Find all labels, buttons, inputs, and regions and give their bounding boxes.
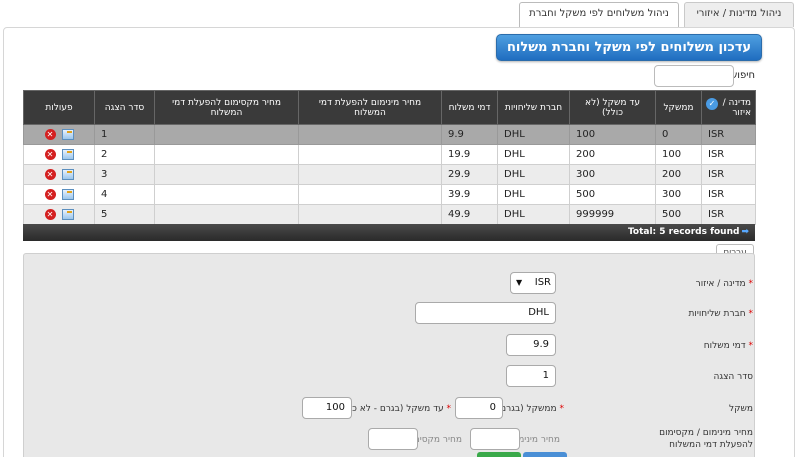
cell-min	[298, 164, 442, 185]
cell-company: DHL	[497, 124, 570, 145]
arrow-icon[interactable]: ➡	[741, 227, 749, 237]
save-button[interactable]	[477, 452, 521, 457]
col-fee[interactable]: דמי משלוח	[441, 90, 498, 125]
cell-order: 3	[94, 164, 155, 185]
row-actions: ✕	[23, 184, 95, 205]
cell-fee: 29.9	[441, 164, 498, 185]
min-price-input[interactable]	[470, 428, 520, 450]
table-row[interactable]: ISR 500 999999 DHL 49.9 5 ✕	[23, 204, 756, 225]
cell-fee: 19.9	[441, 144, 498, 165]
cell-company: DHL	[497, 144, 570, 165]
cell-order: 1	[94, 124, 155, 145]
col-country[interactable]: ✓ מדינה / איזור	[701, 90, 756, 125]
delete-icon[interactable]: ✕	[44, 208, 56, 220]
cell-fee: 39.9	[441, 184, 498, 205]
table-footer: Total: 5 records found ➡	[23, 224, 755, 241]
cell-country: ISR	[701, 124, 756, 145]
company-label: * חברת שליחויות	[688, 309, 753, 319]
delete-icon[interactable]: ✕	[44, 128, 56, 140]
cell-to: 100	[569, 124, 656, 145]
row-actions: ✕	[23, 124, 95, 145]
check-icon[interactable]: ✓	[706, 97, 718, 110]
edit-icon[interactable]	[61, 208, 74, 220]
chevron-down-icon: ▼	[516, 278, 523, 287]
country-select[interactable]: ISR ▼	[510, 272, 556, 294]
cell-order: 4	[94, 184, 155, 205]
edit-icon[interactable]	[61, 128, 74, 140]
cell-country: ISR	[701, 144, 756, 165]
cell-min	[298, 124, 442, 145]
tab-countries[interactable]: ניהול מדינות / איזורי משלוח	[684, 2, 794, 41]
row-actions: ✕	[23, 204, 95, 225]
col-from-weight[interactable]: ממשקל	[655, 90, 702, 125]
col-company[interactable]: חברת שליחויות	[497, 90, 570, 125]
cell-company: DHL	[497, 204, 570, 225]
table-row[interactable]: ISR 0 100 DHL 9.9 1 ✕	[23, 124, 756, 145]
cell-from: 200	[655, 164, 702, 185]
fee-label: * דמי משלוח	[703, 341, 753, 351]
cell-fee: 9.9	[441, 124, 498, 145]
cell-max	[154, 204, 299, 225]
cancel-button[interactable]	[523, 452, 567, 457]
to-weight-input[interactable]: 100	[302, 397, 352, 419]
country-label: * מדינה / איזור	[695, 279, 753, 289]
cell-country: ISR	[701, 164, 756, 185]
cell-order: 5	[94, 204, 155, 225]
cell-to: 999999	[569, 204, 656, 225]
delete-icon[interactable]: ✕	[44, 148, 56, 160]
cell-from: 300	[655, 184, 702, 205]
cell-country: ISR	[701, 204, 756, 225]
col-actions: פעולות	[23, 90, 95, 125]
cell-max	[154, 144, 299, 165]
edit-icon[interactable]	[61, 148, 74, 160]
col-to-weight[interactable]: עד משקל (לא כולל)	[569, 90, 656, 125]
max-price-input[interactable]	[368, 428, 418, 450]
from-weight-input[interactable]: 0	[455, 397, 503, 419]
tab-shipping-by-weight[interactable]: ניהול משלוחים לפי משקל וחברת משלוח	[519, 2, 679, 41]
cell-to: 300	[569, 164, 656, 185]
cell-min	[298, 184, 442, 205]
from-weight-label: * ממשקל (בגרם)	[496, 404, 564, 414]
cell-company: DHL	[497, 184, 570, 205]
cell-order: 2	[94, 144, 155, 165]
cell-max	[154, 124, 299, 145]
minmax-label: מחיר מינימום / מקסימום להפעלת דמי המשלוח	[659, 428, 753, 450]
edit-icon[interactable]	[61, 188, 74, 200]
page-title: עדכון משלוחים לפי משקל וחברת משלוח	[496, 34, 762, 61]
cell-from: 500	[655, 204, 702, 225]
row-actions: ✕	[23, 144, 95, 165]
fee-input[interactable]: 9.9	[506, 334, 556, 356]
cell-min	[298, 144, 442, 165]
cell-company: DHL	[497, 164, 570, 185]
cell-from: 0	[655, 124, 702, 145]
delete-icon[interactable]: ✕	[44, 188, 56, 200]
company-input[interactable]: DHL	[415, 302, 556, 324]
cell-from: 100	[655, 144, 702, 165]
cell-to: 200	[569, 144, 656, 165]
cell-min	[298, 204, 442, 225]
cell-max	[154, 164, 299, 185]
to-weight-label: * עד משקל (בגרם - לא כולל)	[335, 404, 451, 414]
weight-label: משקל	[729, 404, 753, 414]
order-input[interactable]: 1	[506, 365, 556, 387]
delete-icon[interactable]: ✕	[44, 168, 56, 180]
col-order[interactable]: סדר הצגה	[94, 90, 155, 125]
cell-fee: 49.9	[441, 204, 498, 225]
cell-to: 500	[569, 184, 656, 205]
order-label: סדר הצגה	[713, 372, 753, 382]
table-row[interactable]: ISR 200 300 DHL 29.9 3 ✕	[23, 164, 756, 185]
table-row[interactable]: ISR 300 500 DHL 39.9 4 ✕	[23, 184, 756, 205]
row-actions: ✕	[23, 164, 95, 185]
edit-icon[interactable]	[61, 168, 74, 180]
col-max-price[interactable]: מחיר מקסימום להפעלת דמי המשלוח	[154, 90, 299, 125]
cell-country: ISR	[701, 184, 756, 205]
shipping-table: ✓ מדינה / איזור ממשקל עד משקל (לא כולל) ח…	[23, 90, 756, 225]
cell-max	[154, 184, 299, 205]
table-row[interactable]: ISR 100 200 DHL 19.9 2 ✕	[23, 144, 756, 165]
records-count: Total: 5 records found	[627, 227, 740, 237]
table-header: ✓ מדינה / איזור ממשקל עד משקל (לא כולל) ח…	[23, 90, 756, 125]
col-min-price[interactable]: מחיר מינימום להפעלת דמי המשלוח	[298, 90, 442, 125]
search-input[interactable]	[654, 65, 734, 87]
